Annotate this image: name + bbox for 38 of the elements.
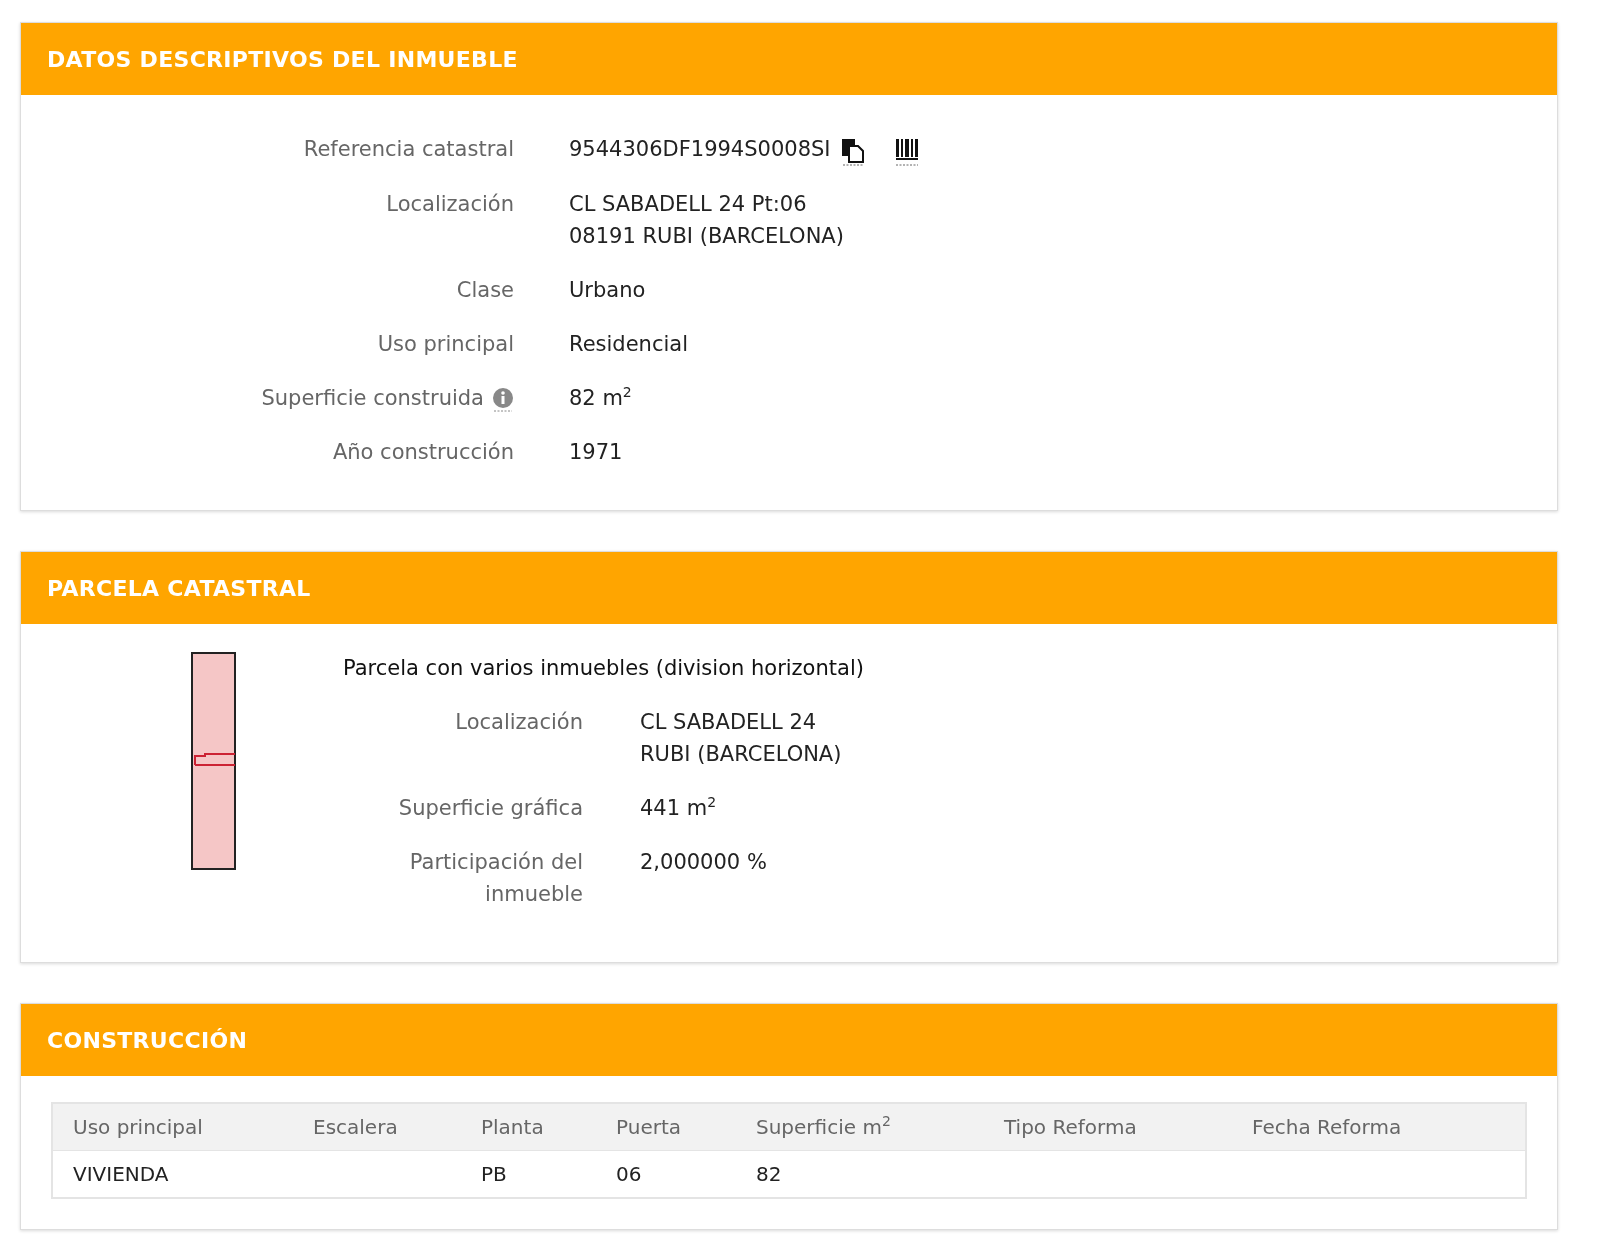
field-value: RUBI (BARCELONA) bbox=[640, 741, 842, 768]
column-header: Puerta bbox=[596, 1103, 736, 1151]
column-header: Superficie m$^{2}$ bbox=[736, 1103, 984, 1151]
table-cell: PB bbox=[461, 1150, 596, 1198]
field-label: Año construcción bbox=[332, 439, 514, 466]
field-label: Referencia catastral bbox=[303, 136, 514, 163]
column-header: Uso principal bbox=[52, 1103, 293, 1151]
field-label: Localización bbox=[386, 191, 514, 218]
field-value: CL SABADELL 24 bbox=[640, 709, 818, 736]
panel-title: DATOS DESCRIPTIVOS DEL INMUEBLE bbox=[47, 46, 518, 72]
field-value: 82 m$^{2}$ bbox=[569, 383, 632, 412]
table-cell: 82 bbox=[736, 1150, 984, 1198]
field-value: 08191 RUBI (BARCELONA) bbox=[569, 223, 844, 250]
column-header: Tipo Reforma bbox=[984, 1103, 1232, 1151]
panel-title: PARCELA CATASTRAL bbox=[47, 575, 311, 601]
column-header: Fecha Reforma bbox=[1232, 1103, 1526, 1151]
field-label: Superficie construida bbox=[261, 385, 484, 412]
field-value: 2,000000 % bbox=[640, 849, 767, 876]
field-label: Superficie gráfica bbox=[398, 795, 583, 822]
table-cell: VIVIENDA bbox=[52, 1150, 293, 1198]
field-label: Clase bbox=[456, 277, 514, 304]
field-value: Urbano bbox=[569, 277, 646, 304]
info-icon[interactable] bbox=[492, 387, 514, 413]
field-label: Uso principal bbox=[377, 331, 514, 358]
field-value: CL SABADELL 24 Pt:06 bbox=[569, 191, 808, 218]
copy-icon[interactable] bbox=[840, 138, 865, 166]
panel-title: CONSTRUCCIÓN bbox=[47, 1027, 248, 1053]
field-value: 441 m$^{2}$ bbox=[640, 793, 717, 822]
barcode-icon[interactable] bbox=[894, 138, 919, 166]
column-header: Escalera bbox=[293, 1103, 461, 1151]
field-value: Residencial bbox=[569, 331, 688, 358]
parcel-heading: Parcela con varios inmuebles (division horizontal) bbox=[343, 655, 864, 682]
table-cell: 06 bbox=[596, 1150, 736, 1198]
field-label: Localización bbox=[455, 709, 583, 736]
field-label: Participación del inmueble bbox=[408, 849, 583, 908]
field-value: 9544306DF1994S0008SI bbox=[569, 136, 831, 163]
column-header: Planta bbox=[461, 1103, 596, 1151]
field-value: 1971 bbox=[569, 439, 623, 466]
